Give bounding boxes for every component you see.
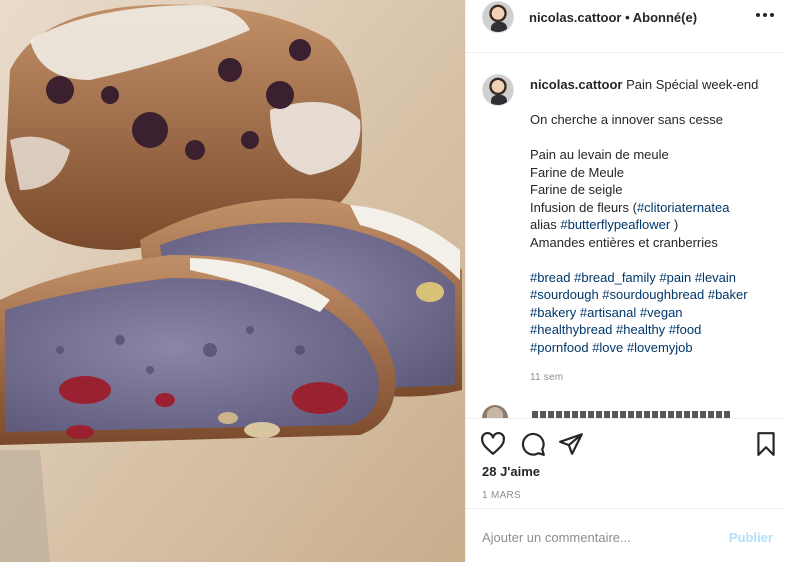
bread-photo-illustration <box>0 0 465 562</box>
hashtag-link[interactable]: #levain <box>695 270 736 285</box>
caption-avatar[interactable] <box>482 74 514 106</box>
post-date[interactable]: 1 MARS <box>482 490 521 501</box>
hashtag-link[interactable]: #bakery <box>530 305 576 320</box>
hashtag-line: #sourdough #sourdoughbread #baker <box>530 286 775 304</box>
caption-line: Pain au levain de meule <box>530 147 669 162</box>
heart-icon[interactable] <box>480 431 506 457</box>
post-photo[interactable] <box>0 0 465 562</box>
header-avatar[interactable] <box>482 1 514 33</box>
caption-line: alias <box>530 217 561 232</box>
caption-line: Amandes entières et cranberries <box>530 234 718 250</box>
hashtag-link[interactable]: #food <box>669 322 702 337</box>
more-options-icon[interactable] <box>755 8 775 22</box>
comment-avatar[interactable] <box>482 405 508 418</box>
bookmark-icon[interactable] <box>753 431 779 457</box>
hashtag-line: #pornfood #love #lovemyjob <box>530 339 775 357</box>
header-user-line: nicolas.cattoor • Abonné(e) <box>529 10 697 25</box>
publish-button[interactable]: Publier <box>729 530 773 545</box>
post-sidebar: nicolas.cattoor • Abonné(e) nicolas.catt… <box>465 0 786 562</box>
hashtag-link[interactable]: #pornfood <box>530 340 589 355</box>
hashtag-link[interactable]: #bread <box>530 270 570 285</box>
caption: nicolas.cattoor Pain Spécial week-end On… <box>530 76 775 387</box>
comment-icon[interactable] <box>520 431 546 457</box>
hashtag-link[interactable]: #vegan <box>640 305 683 320</box>
hashtag-block: #bread #bread_family #pain #levain #sourd… <box>530 269 775 357</box>
hashtag-link[interactable]: #bread_family <box>574 270 656 285</box>
hashtag-line: #bakery #artisanal #vegan <box>530 304 775 322</box>
caption-line: Farine de Meule <box>530 164 624 180</box>
post-header: nicolas.cattoor • Abonné(e) <box>466 0 786 53</box>
hashtag-link[interactable]: #artisanal <box>580 305 636 320</box>
hashtag-link[interactable]: #lovemyjob <box>627 340 693 355</box>
caption-line: Farine de seigle <box>530 182 623 197</box>
next-comment-partial <box>482 405 762 418</box>
caption-username[interactable]: nicolas.cattoor <box>530 77 622 92</box>
follow-status[interactable]: Abonné(e) <box>633 10 697 25</box>
caption-line: Infusion de fleurs ( <box>530 199 637 215</box>
hashtag-line: #healthybread #healthy #food <box>530 321 775 339</box>
share-icon[interactable] <box>558 431 584 457</box>
hashtag-line: #bread #bread_family #pain #levain <box>530 269 775 287</box>
hashtag-link[interactable]: #love <box>592 340 623 355</box>
hashtag-link[interactable]: #butterflypeaflower <box>560 217 670 232</box>
hashtag-link[interactable]: #healthy <box>616 322 665 337</box>
caption-line: ) <box>670 217 679 232</box>
hashtag-link[interactable]: #clitoriaternatea <box>637 200 730 215</box>
hashtag-link[interactable]: #pain <box>659 270 691 285</box>
post-actions: 28 J'aime 1 MARS <box>466 418 786 508</box>
post-time-ago[interactable]: 11 sem <box>530 369 775 387</box>
caption-title: Pain Spécial week-end <box>626 77 759 92</box>
comments-area[interactable]: nicolas.cattoor Pain Spécial week-end On… <box>466 54 786 418</box>
hashtag-link[interactable]: #sourdough <box>530 287 599 302</box>
hashtag-link[interactable]: #healthybread <box>530 322 612 337</box>
comment-text-cut-off <box>532 411 732 418</box>
header-username[interactable]: nicolas.cattoor <box>529 10 621 25</box>
header-separator: • <box>621 10 633 25</box>
comment-form: Publier <box>466 508 786 562</box>
caption-line: On cherche a innover sans cesse <box>530 112 723 127</box>
like-count[interactable]: 28 J'aime <box>482 464 540 479</box>
hashtag-link[interactable]: #sourdoughbread <box>602 287 704 302</box>
comment-input[interactable] <box>482 527 712 547</box>
hashtag-link[interactable]: #baker <box>708 287 748 302</box>
